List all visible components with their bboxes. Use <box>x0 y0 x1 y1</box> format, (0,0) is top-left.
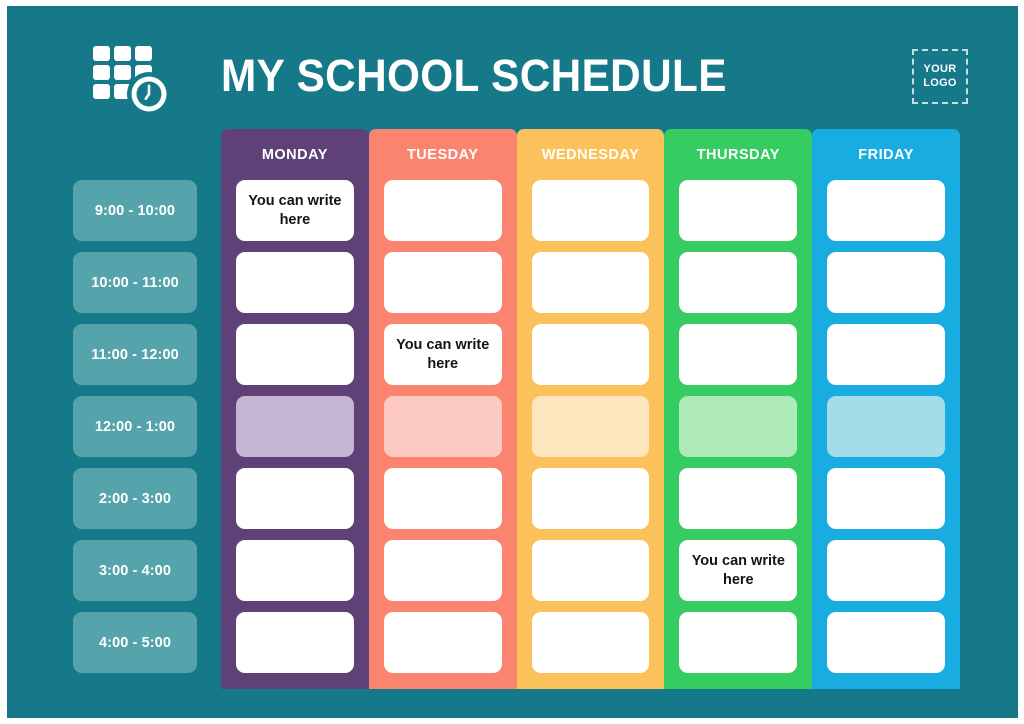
day-column-wednesday: WEDNESDAY <box>516 129 665 689</box>
logo-placeholder-line1: YOUR <box>923 63 957 76</box>
schedule-cell[interactable] <box>383 612 502 673</box>
schedule-cell[interactable] <box>383 468 502 529</box>
schedule-cell[interactable] <box>827 252 945 313</box>
schedule-cell-break[interactable] <box>383 396 502 457</box>
schedule-cell[interactable] <box>679 180 798 241</box>
time-slot[interactable]: 11:00 - 12:00 <box>73 324 197 385</box>
day-header-tuesday: TUESDAY <box>406 146 479 163</box>
day-cells <box>812 180 960 689</box>
schedule-cell[interactable] <box>531 324 650 385</box>
schedule-cell[interactable] <box>679 252 798 313</box>
schedule-cell[interactable] <box>827 180 945 241</box>
time-slot[interactable]: 9:00 - 10:00 <box>73 180 197 241</box>
schedule-cell[interactable] <box>236 324 354 385</box>
schedule-cell[interactable] <box>531 468 650 529</box>
schedule-cell[interactable]: You can write here <box>236 180 354 241</box>
schedule-cell[interactable] <box>827 468 945 529</box>
schedule-cell-break[interactable] <box>827 396 945 457</box>
schedule-cell[interactable] <box>531 540 650 601</box>
schedule-cell[interactable] <box>827 612 945 673</box>
schedule-cell[interactable] <box>236 252 354 313</box>
time-slot[interactable]: 10:00 - 11:00 <box>73 252 197 313</box>
time-slot[interactable]: 12:00 - 1:00 <box>73 396 197 457</box>
logo-placeholder[interactable]: YOUR LOGO <box>912 49 968 104</box>
schedule-poster: MY SCHOOL SCHEDULE YOUR LOGO 9:00 - 10:0… <box>7 6 1018 718</box>
schedule-cell-break[interactable] <box>531 396 650 457</box>
day-cells: You can write here <box>221 180 369 689</box>
schedule-cell[interactable] <box>531 252 650 313</box>
time-slot-column: 9:00 - 10:00 10:00 - 11:00 11:00 - 12:00 12… <box>73 180 197 673</box>
schedule-cell[interactable]: You can write here <box>383 324 502 385</box>
schedule-cell[interactable] <box>236 468 354 529</box>
schedule-cell[interactable] <box>827 540 945 601</box>
day-cells: You can write here <box>369 180 517 689</box>
schedule-grid: MONDAY You can write here TUESDAY You can w… <box>221 129 960 689</box>
time-slot[interactable]: 4:00 - 5:00 <box>73 612 197 673</box>
day-column-tuesday: TUESDAY You can write here <box>368 129 517 689</box>
schedule-cell[interactable] <box>531 612 650 673</box>
schedule-cell[interactable] <box>827 324 945 385</box>
schedule-cell[interactable] <box>679 468 798 529</box>
time-slot[interactable]: 2:00 - 3:00 <box>73 468 197 529</box>
schedule-cell[interactable] <box>679 324 798 385</box>
schedule-cell-break[interactable] <box>679 396 798 457</box>
day-cells: You can write here <box>664 180 812 689</box>
schedule-cell[interactable] <box>383 180 502 241</box>
schedule-cell[interactable] <box>531 180 650 241</box>
calendar-clock-icon <box>91 44 181 118</box>
schedule-cell[interactable] <box>679 612 798 673</box>
day-column-thursday: THURSDAY You can write here <box>664 129 813 689</box>
poster-header: MY SCHOOL SCHEDULE YOUR LOGO <box>7 6 1018 129</box>
schedule-cell[interactable] <box>383 540 502 601</box>
schedule-cell[interactable]: You can write here <box>679 540 798 601</box>
logo-placeholder-line2: LOGO <box>923 76 957 89</box>
day-column-friday: FRIDAY <box>812 129 960 689</box>
time-slot[interactable]: 3:00 - 4:00 <box>73 540 197 601</box>
day-header-friday: FRIDAY <box>858 146 914 163</box>
day-header-thursday: THURSDAY <box>696 146 780 163</box>
day-header-wednesday: WEDNESDAY <box>541 146 640 163</box>
day-header-monday: MONDAY <box>261 146 328 163</box>
page-frame: MY SCHOOL SCHEDULE YOUR LOGO 9:00 - 10:0… <box>0 0 1024 724</box>
day-column-monday: MONDAY You can write here <box>221 129 369 689</box>
schedule-cell[interactable] <box>236 540 354 601</box>
schedule-cell-break[interactable] <box>236 396 354 457</box>
schedule-cell[interactable] <box>236 612 354 673</box>
day-cells <box>517 180 665 689</box>
schedule-cell[interactable] <box>383 252 502 313</box>
page-title: MY SCHOOL SCHEDULE <box>221 49 727 101</box>
